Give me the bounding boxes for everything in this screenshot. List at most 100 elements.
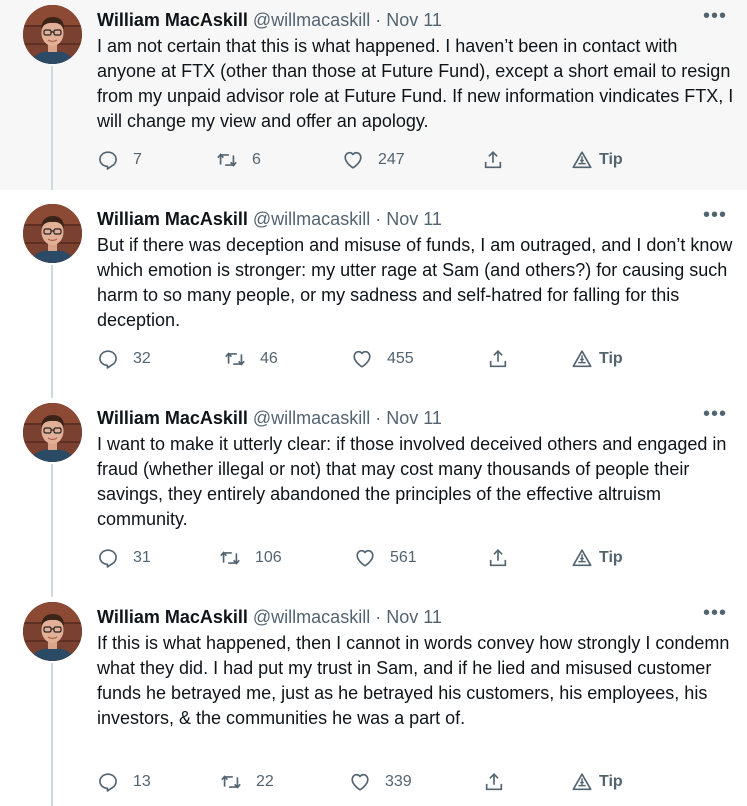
tip-icon [571,149,593,171]
tip-button[interactable]: Tip [571,348,623,370]
author-handle[interactable]: @willmacaskill [253,10,370,30]
author-name[interactable]: William MacAskill [97,10,248,30]
author-handle[interactable]: @willmacaskill [253,607,370,627]
retweet-count: 22 [256,773,274,790]
retweet-icon [219,547,241,569]
retweet-icon [220,771,242,793]
retweet-count: 46 [260,350,278,367]
share-icon [482,149,504,171]
reply-icon [97,149,119,171]
tweet[interactable]: William MacAskill @willmacaskill · Nov 1… [0,398,747,597]
retweet-icon [224,348,246,370]
share-button[interactable] [482,149,504,171]
tweet-header: William MacAskill @willmacaskill · Nov 1… [97,606,442,628]
action-bar: 13 22 339 Tip [97,771,737,799]
tweet-date[interactable]: Nov 11 [386,10,442,30]
author-name[interactable]: William MacAskill [97,607,248,627]
tip-button[interactable]: Tip [571,771,623,793]
reply-count: 31 [133,549,151,566]
tweet-text: If this is what happened, then I cannot … [97,633,730,728]
tip-label: Tip [599,549,623,566]
heart-icon [342,149,364,171]
retweet-button[interactable]: 22 [220,771,274,793]
separator: · [375,607,382,627]
retweet-button[interactable]: 46 [224,348,278,370]
like-button[interactable]: 455 [351,348,414,370]
like-button[interactable]: 561 [354,547,417,569]
reply-icon [97,771,119,793]
reply-icon [97,348,119,370]
tweet-date[interactable]: Nov 11 [386,408,442,428]
share-icon [487,547,509,569]
like-button[interactable]: 339 [349,771,412,793]
avatar[interactable] [23,5,82,64]
share-button[interactable] [487,547,509,569]
tip-label: Tip [599,773,623,790]
action-bar: 31 106 561 Tip [97,547,737,575]
tip-label: Tip [599,151,623,168]
separator: · [375,209,382,229]
tweet[interactable]: William MacAskill @willmacaskill · Nov 1… [0,597,747,806]
more-options-icon[interactable]: ••• [703,403,727,426]
avatar[interactable] [23,602,82,661]
avatar[interactable] [23,403,82,462]
tip-label: Tip [599,350,623,367]
action-bar: 7 6 247 Tip [97,149,737,177]
tweet[interactable]: William MacAskill @willmacaskill · Nov 1… [0,0,747,190]
more-options-icon[interactable]: ••• [703,5,727,28]
avatar[interactable] [23,204,82,263]
share-icon [483,771,505,793]
tip-icon [571,547,593,569]
tweet-text: But if there was deception and misuse of… [97,235,733,330]
like-count: 455 [387,350,414,367]
reply-button[interactable]: 13 [97,771,151,793]
tip-button[interactable]: Tip [571,547,623,569]
tweet-header: William MacAskill @willmacaskill · Nov 1… [97,9,442,31]
like-count: 561 [390,549,417,566]
like-button[interactable]: 247 [342,149,405,171]
author-handle[interactable]: @willmacaskill [253,408,370,428]
more-options-icon[interactable]: ••• [703,204,727,227]
retweet-count: 106 [255,549,282,566]
tip-button[interactable]: Tip [571,149,623,171]
reply-button[interactable]: 7 [97,149,142,171]
reply-icon [97,547,119,569]
retweet-icon [216,149,238,171]
like-count: 339 [385,773,412,790]
heart-icon [351,348,373,370]
reply-button[interactable]: 31 [97,547,151,569]
more-options-icon[interactable]: ••• [703,602,727,625]
retweet-button[interactable]: 6 [216,149,261,171]
tweet-header: William MacAskill @willmacaskill · Nov 1… [97,208,442,230]
reply-count: 13 [133,773,151,790]
share-button[interactable] [483,771,505,793]
like-count: 247 [378,151,405,168]
heart-icon [349,771,371,793]
reply-count: 32 [133,350,151,367]
heart-icon [354,547,376,569]
tweet-text: I am not certain that this is what happe… [97,36,734,131]
retweet-button[interactable]: 106 [219,547,282,569]
action-bar: 32 46 455 Tip [97,348,737,376]
author-handle[interactable]: @willmacaskill [253,209,370,229]
retweet-count: 6 [252,151,261,168]
reply-count: 7 [133,151,142,168]
share-button[interactable] [487,348,509,370]
tip-icon [571,771,593,793]
share-icon [487,348,509,370]
reply-button[interactable]: 32 [97,348,151,370]
tweet-text: I want to make it utterly clear: if thos… [97,434,727,529]
tweet-header: William MacAskill @willmacaskill · Nov 1… [97,407,442,429]
tip-icon [571,348,593,370]
separator: · [375,10,382,30]
thread-line [51,265,53,398]
tweet-date[interactable]: Nov 11 [386,209,442,229]
thread-line [51,663,53,806]
tweet-date[interactable]: Nov 11 [386,607,442,627]
thread-line [51,464,53,597]
author-name[interactable]: William MacAskill [97,209,248,229]
separator: · [375,408,382,428]
thread-line [51,66,53,190]
tweet[interactable]: William MacAskill @willmacaskill · Nov 1… [0,199,747,398]
author-name[interactable]: William MacAskill [97,408,248,428]
